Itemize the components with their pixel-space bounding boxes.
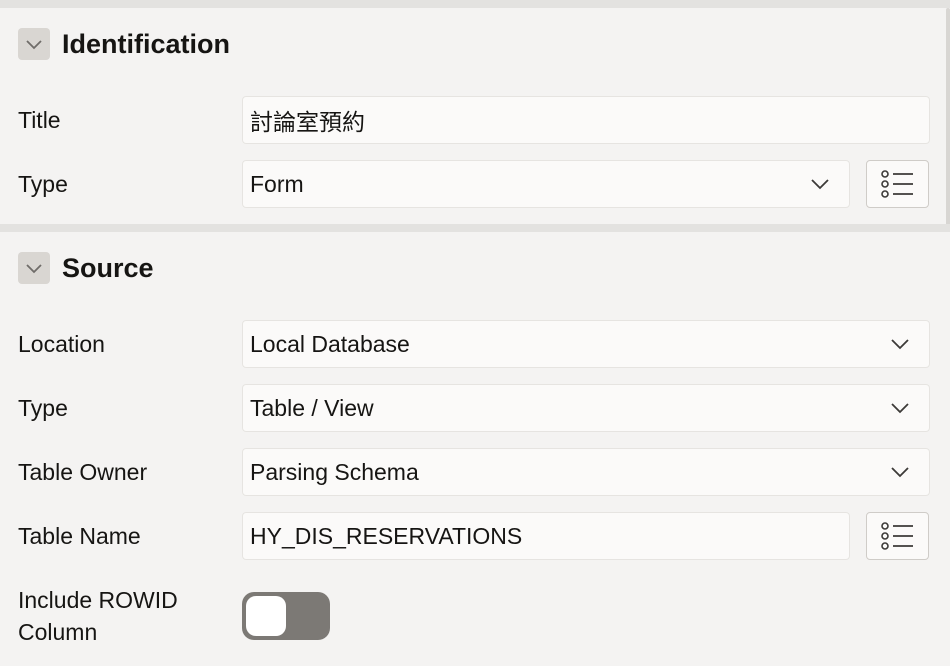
- table-name-input[interactable]: HY_DIS_RESERVATIONS: [242, 512, 850, 560]
- identification-header[interactable]: Identification: [18, 28, 230, 60]
- location-select-value: Local Database: [250, 330, 410, 357]
- source-type-select[interactable]: Table / View: [242, 384, 930, 432]
- include-rowid-toggle[interactable]: [242, 592, 330, 640]
- toggle-knob: [246, 596, 286, 636]
- location-select[interactable]: Local Database: [242, 320, 930, 368]
- section-divider: [0, 224, 950, 232]
- include-rowid-label-line2: Column: [18, 619, 98, 645]
- chevron-down-icon: [800, 178, 840, 190]
- table-owner-select[interactable]: Parsing Schema: [242, 448, 930, 496]
- collapse-identification-button[interactable]: [18, 28, 50, 60]
- scrollbar[interactable]: [946, 8, 950, 232]
- chevron-down-icon: [880, 466, 920, 478]
- table-owner-label: Table Owner: [18, 459, 148, 485]
- type-select-value: Form: [250, 170, 304, 197]
- source-header[interactable]: Source: [18, 252, 154, 284]
- type-list-button[interactable]: [866, 160, 929, 208]
- table-name-list-button[interactable]: [866, 512, 929, 560]
- identification-title: Identification: [62, 28, 230, 59]
- title-input[interactable]: 討論室預約: [242, 96, 930, 144]
- title-label: Title: [18, 107, 61, 133]
- list-icon: [880, 522, 913, 550]
- source-type-select-value: Table / View: [250, 394, 374, 421]
- chevron-down-icon: [880, 338, 920, 350]
- table-owner-select-value: Parsing Schema: [250, 458, 419, 485]
- source-title: Source: [62, 252, 154, 283]
- chevron-down-icon: [880, 402, 920, 414]
- table-name-label: Table Name: [18, 523, 141, 549]
- title-input-value: 討論室預約: [250, 109, 365, 135]
- type-label: Type: [18, 171, 68, 197]
- top-divider: [0, 0, 950, 8]
- list-icon: [880, 170, 913, 198]
- include-rowid-label: Include ROWID: [18, 587, 178, 613]
- source-type-label: Type: [18, 395, 68, 421]
- location-label: Location: [18, 331, 105, 357]
- chevron-down-icon: [26, 264, 42, 274]
- type-select[interactable]: Form: [242, 160, 850, 208]
- collapse-source-button[interactable]: [18, 252, 50, 284]
- table-name-input-value: HY_DIS_RESERVATIONS: [250, 522, 523, 549]
- chevron-down-icon: [26, 40, 42, 50]
